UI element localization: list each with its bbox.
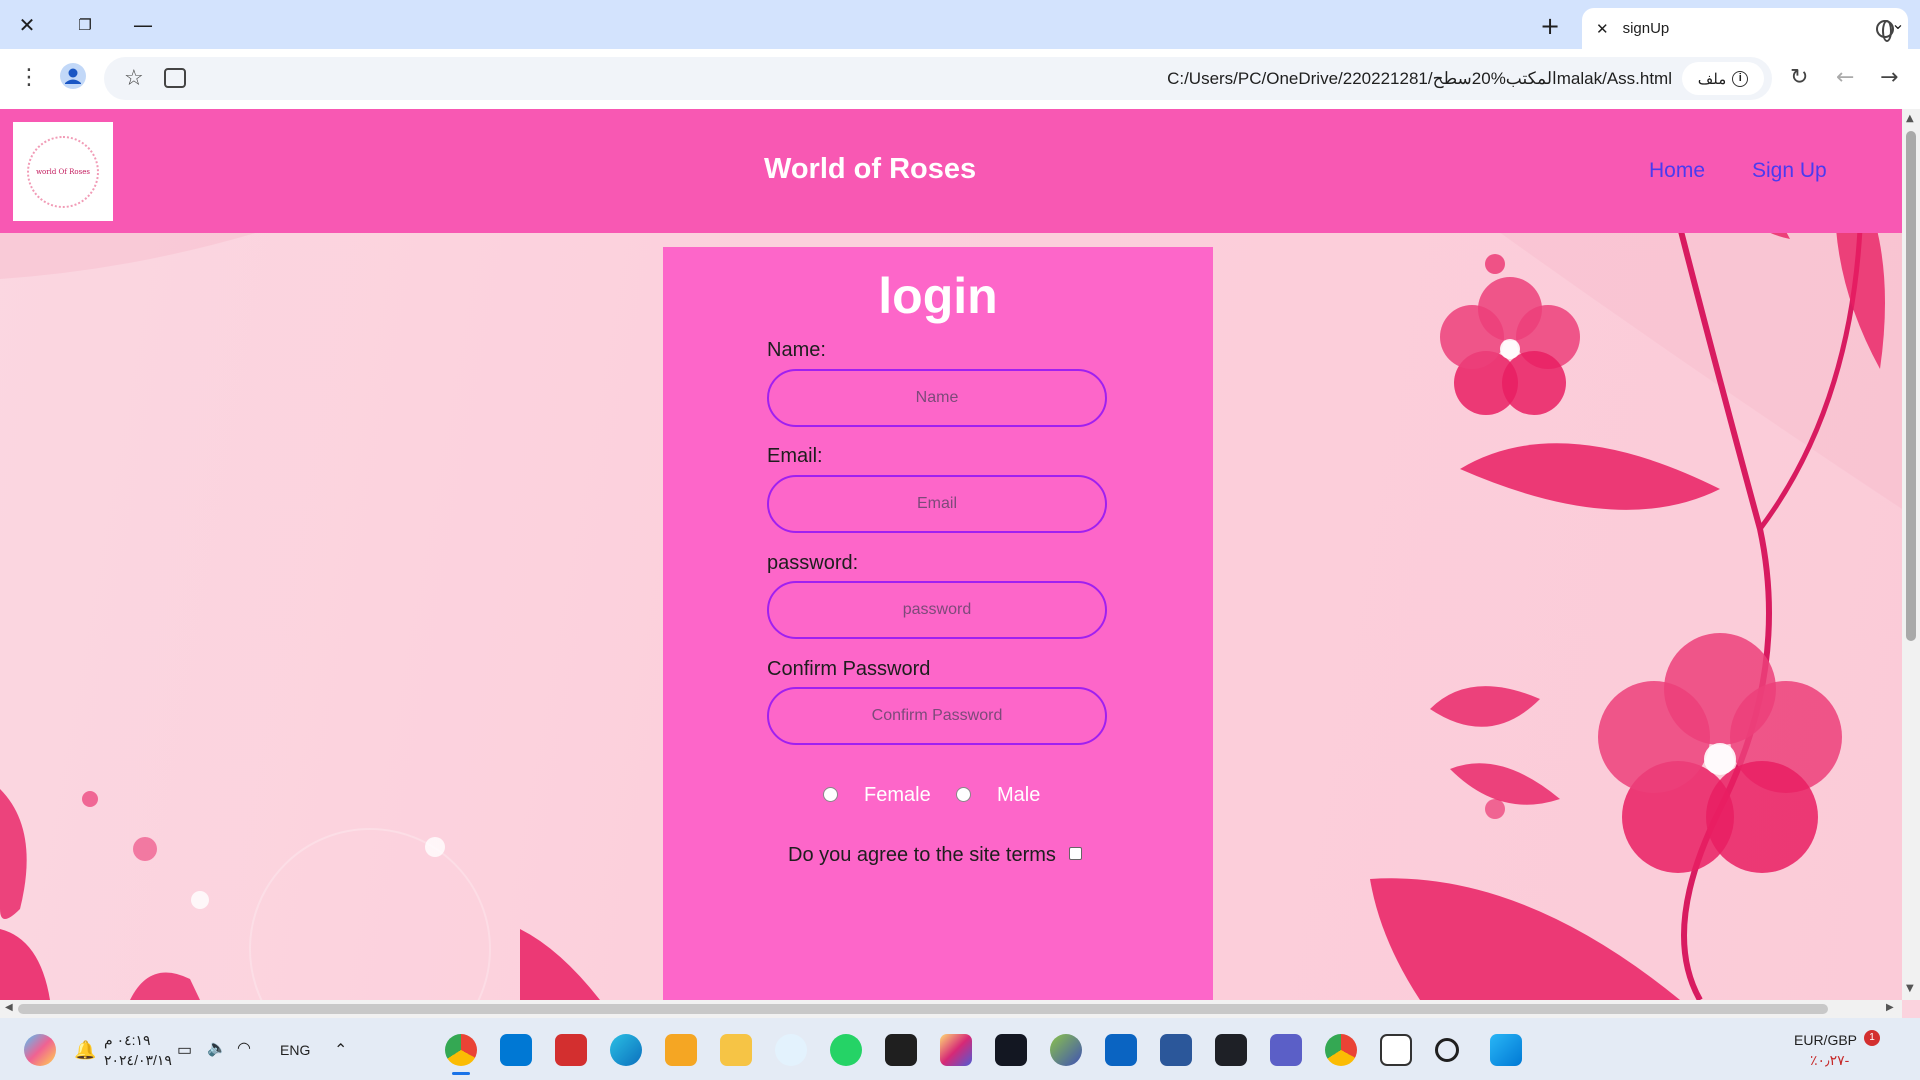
- box-icon[interactable]: [665, 1034, 697, 1066]
- logo-text: world Of Roses: [36, 167, 90, 176]
- flower-large: [1598, 633, 1842, 873]
- logo-wreath: world Of Roses: [27, 135, 99, 208]
- teams-icon[interactable]: [1270, 1034, 1302, 1066]
- new-tab-button[interactable]: +: [1540, 12, 1560, 40]
- vertical-scroll-thumb[interactable]: [1906, 131, 1916, 641]
- tradingview-icon[interactable]: [995, 1034, 1027, 1066]
- clock-time[interactable]: ٠٤:١٩ م: [104, 1032, 151, 1049]
- search-icon[interactable]: [1435, 1038, 1459, 1062]
- window-icon[interactable]: [1380, 1034, 1412, 1066]
- male-radio[interactable]: [956, 787, 971, 802]
- jetbrains-icon[interactable]: [885, 1034, 917, 1066]
- flower-top: [1440, 277, 1580, 415]
- globe-app-icon[interactable]: [1050, 1034, 1082, 1066]
- email-input[interactable]: [767, 475, 1107, 533]
- reload-icon[interactable]: ↻: [1790, 65, 1808, 90]
- acrobat-icon[interactable]: [555, 1034, 587, 1066]
- bookmark-star-icon[interactable]: ☆: [124, 66, 144, 91]
- copilot-icon[interactable]: [24, 1034, 56, 1066]
- site-info-label: ملف: [1697, 70, 1727, 88]
- notification-badge: 1: [1864, 1030, 1880, 1046]
- forward-arrow-icon[interactable]: →: [1880, 65, 1898, 90]
- scroll-left-icon[interactable]: ◀: [5, 1002, 13, 1013]
- chrome-icon[interactable]: [445, 1034, 477, 1066]
- browser-toolbar: ⋮ ☆ C:/Users/PC/OneDrive/220221281/المكت…: [0, 49, 1920, 109]
- site-info-chip[interactable]: ملف i: [1682, 62, 1764, 95]
- ticker-name[interactable]: EUR/GBP: [1794, 1032, 1857, 1048]
- address-bar[interactable]: ☆ C:/Users/PC/OneDrive/220221281/المكتب%…: [104, 57, 1772, 100]
- terms-checkbox[interactable]: [1069, 847, 1082, 860]
- store-icon[interactable]: [1160, 1034, 1192, 1066]
- active-app-indicator: [452, 1072, 470, 1075]
- vertical-scrollbar[interactable]: ▲ ▼: [1902, 109, 1920, 1000]
- language-indicator[interactable]: ENG: [280, 1042, 310, 1058]
- scroll-right-icon[interactable]: ▶: [1886, 1002, 1894, 1013]
- clock-date[interactable]: ٢٠٢٤/٠٣/١٩: [104, 1052, 172, 1069]
- bell-icon[interactable]: 🔔: [74, 1040, 96, 1061]
- scroll-down-icon[interactable]: ▼: [1906, 983, 1914, 994]
- form-title: login: [878, 268, 998, 324]
- menu-dots-icon[interactable]: ⋮: [18, 65, 40, 90]
- chrome-alt-icon[interactable]: [1325, 1034, 1357, 1066]
- tab-close-icon[interactable]: ✕: [1596, 20, 1609, 38]
- minimize-window-icon[interactable]: —: [128, 12, 158, 38]
- name-label: Name:: [767, 339, 826, 361]
- horizontal-scrollbar[interactable]: ◀ ▶: [0, 1000, 1902, 1018]
- whatsapp-icon[interactable]: [830, 1034, 862, 1066]
- file-explorer-icon[interactable]: [720, 1034, 752, 1066]
- terms-label: Do you agree to the site terms: [788, 844, 1056, 866]
- binance-icon[interactable]: [1215, 1034, 1247, 1066]
- password-label: password:: [767, 552, 859, 574]
- windows-icon[interactable]: [1490, 1034, 1522, 1066]
- outlook-icon[interactable]: [1105, 1034, 1137, 1066]
- site-title: World of Roses: [764, 153, 977, 185]
- login-form: login Name: Email: password: Confirm Pas…: [663, 247, 1213, 1000]
- female-label: Female: [864, 784, 931, 806]
- ticker-value[interactable]: ٪٠٫٢٧-: [1810, 1052, 1849, 1069]
- nav-signup-link[interactable]: Sign Up: [1752, 159, 1827, 183]
- name-input[interactable]: [767, 369, 1107, 427]
- confirm-password-input[interactable]: [767, 687, 1107, 745]
- restore-window-icon[interactable]: ❐: [70, 12, 100, 38]
- female-radio[interactable]: [823, 787, 838, 802]
- taskbar: 🔔 ٠٤:١٩ م ٢٠٢٤/٠٣/١٩ ▭ 🔈 ◠ ENG ⌃ EUR/GBP…: [0, 1018, 1920, 1080]
- address-url[interactable]: C:/Users/PC/OneDrive/220221281/المكتب%20…: [1167, 69, 1672, 89]
- profile-avatar[interactable]: [60, 63, 86, 95]
- male-label: Male: [997, 784, 1041, 806]
- confirm-password-label: Confirm Password: [767, 658, 931, 680]
- active-tab[interactable]: ✕ signUp: [1582, 8, 1908, 49]
- password-input[interactable]: [767, 581, 1107, 639]
- info-icon: i: [1732, 70, 1749, 87]
- tray-overflow-chevron-icon[interactable]: ⌃: [334, 1040, 347, 1060]
- horizontal-scroll-thumb[interactable]: [18, 1004, 1828, 1014]
- vscode-icon[interactable]: [500, 1034, 532, 1066]
- instagram-icon[interactable]: [940, 1034, 972, 1066]
- translate-icon[interactable]: [164, 68, 186, 88]
- back-arrow-icon[interactable]: ←: [1836, 65, 1854, 90]
- page-viewport: world Of Roses World of Roses Home Sign …: [0, 109, 1902, 1000]
- tab-title: signUp: [1622, 20, 1670, 37]
- nav-home-link[interactable]: Home: [1649, 159, 1705, 183]
- close-window-icon[interactable]: ✕: [12, 12, 42, 38]
- email-label: Email:: [767, 445, 823, 467]
- app-store-icon[interactable]: [775, 1034, 807, 1066]
- site-logo[interactable]: world Of Roses: [13, 122, 113, 221]
- tab-strip: ✕ ❐ — + ✕ signUp ⌄: [0, 0, 1920, 49]
- battery-icon[interactable]: ▭: [177, 1040, 192, 1060]
- site-header: world Of Roses World of Roses Home Sign …: [0, 109, 1902, 233]
- tab-search-chevron-icon[interactable]: ⌄: [1884, 14, 1912, 36]
- volume-icon[interactable]: 🔈: [207, 1038, 227, 1058]
- edge-icon[interactable]: [610, 1034, 642, 1066]
- scroll-up-icon[interactable]: ▲: [1906, 113, 1914, 124]
- wifi-icon[interactable]: ◠: [237, 1038, 251, 1058]
